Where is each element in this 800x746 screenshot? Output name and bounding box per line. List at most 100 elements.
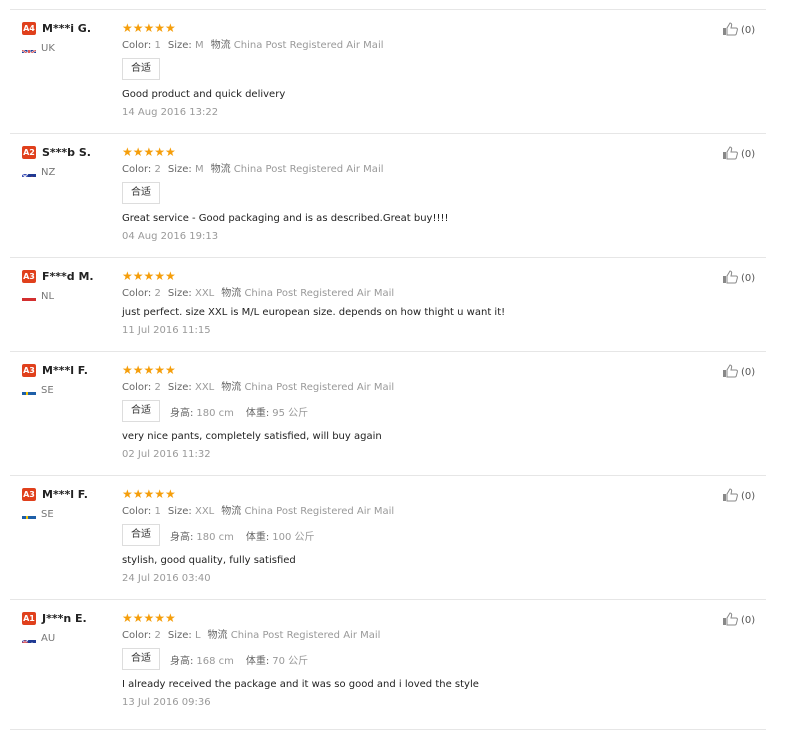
weight-field: 体重: 70 公斤: [246, 652, 308, 667]
shipping-label: 物流: [221, 506, 242, 517]
review-item: A4 M***i G. UK ★★★★★ Color: 1 Size: M 物流 China…: [0, 10, 766, 134]
helpful-button[interactable]: (0): [722, 488, 755, 505]
nz-flag-icon: [22, 168, 36, 177]
buyer-level-badge: A1: [22, 611, 36, 625]
shipping-label: 物流: [210, 40, 231, 51]
review-tags: 合适 身高: 180 cm 体重: 100 公斤: [122, 524, 702, 546]
color-value: 2: [154, 382, 161, 393]
size-value: XXL: [194, 382, 215, 393]
size-value: M: [194, 40, 204, 51]
thumbs-up-icon: [722, 270, 741, 287]
reviewer-name: M***l F.: [42, 363, 88, 377]
fit-tag: 合适: [122, 182, 160, 204]
color-value: 2: [154, 164, 161, 175]
weight-label: 体重:: [245, 407, 270, 419]
helpful-button[interactable]: (0): [722, 22, 755, 39]
helpful-count: (0): [741, 25, 756, 36]
height-value: 180 cm: [196, 407, 234, 419]
reviewer-country: NL: [41, 290, 55, 302]
shipping-label: 物流: [207, 630, 228, 641]
buyer-level-badge: A3: [22, 269, 36, 283]
reviewer-name: F***d M.: [42, 269, 94, 283]
shipping-method: China Post Registered Air Mail: [233, 40, 384, 51]
size-value: L: [194, 630, 201, 641]
fit-tag: 合适: [122, 524, 160, 546]
order-info: Color: 2 Size: XXL 物流 China Post Registere…: [122, 380, 702, 396]
height-value: 180 cm: [196, 531, 234, 543]
review-content: ★★★★★ Color: 1 Size: XXL 物流 China Post Regi…: [122, 486, 702, 587]
review-date: 13 Jul 2016 09:36: [122, 697, 211, 708]
size-value: M: [194, 164, 204, 175]
shipping-method: China Post Registered Air Mail: [244, 506, 395, 517]
shipping-method: China Post Registered Air Mail: [244, 382, 395, 393]
height-label: 身高:: [170, 655, 194, 667]
thumbs-up-icon: [722, 146, 741, 163]
color-value: 1: [154, 506, 161, 517]
reviewer-country: SE: [41, 508, 54, 520]
star-rating: ★★★★★: [122, 611, 176, 625]
size-label: Size:: [167, 382, 192, 393]
review-text: very nice pants, completely satisfied, w…: [122, 431, 382, 442]
helpful-count: (0): [741, 491, 756, 502]
helpful-button[interactable]: (0): [722, 612, 755, 629]
reviews-page: A4 M***i G. UK ★★★★★ Color: 1 Size: M 物流 China…: [0, 0, 800, 746]
au-flag-icon: [22, 634, 36, 643]
review-tags: 合适: [122, 58, 702, 80]
reviewer-country: AU: [41, 632, 56, 644]
reviewer-info: A1 J***n E. AU: [22, 610, 117, 646]
weight-label: 体重:: [245, 531, 270, 543]
reviewer-country: UK: [41, 42, 55, 54]
review-content: ★★★★★ Color: 1 Size: M 物流 China Post Regist…: [122, 20, 702, 121]
review-item: A2 S***b S. NZ ★★★★★ Color: 2 Size: M 物流 China…: [0, 134, 766, 258]
size-label: Size:: [167, 630, 192, 641]
review-item: A3 M***l F. SE ★★★★★ Color: 1 Size: XXL 物流 Chi…: [0, 476, 766, 600]
uk-flag-icon: [22, 44, 36, 53]
nl-flag-icon: [22, 292, 36, 301]
se-flag-icon: [22, 386, 36, 395]
fit-tag: 合适: [122, 400, 160, 422]
star-rating: ★★★★★: [122, 21, 176, 35]
review-content: ★★★★★ Color: 2 Size: XXL 物流 China Post Regi…: [122, 268, 702, 339]
color-label: Color:: [122, 288, 152, 299]
star-rating: ★★★★★: [122, 145, 176, 159]
shipping-label: 物流: [221, 288, 242, 299]
color-label: Color:: [122, 164, 152, 175]
review-date: 04 Aug 2016 19:13: [122, 231, 219, 242]
review-content: ★★★★★ Color: 2 Size: M 物流 China Post Regist…: [122, 144, 702, 245]
weight-label: 体重:: [245, 655, 270, 667]
color-label: Color:: [122, 40, 152, 51]
helpful-button[interactable]: (0): [722, 146, 755, 163]
thumbs-up-icon: [722, 364, 741, 381]
reviewer-name: J***n E.: [42, 611, 87, 625]
size-label: Size:: [167, 506, 192, 517]
shipping-method: China Post Registered Air Mail: [244, 288, 395, 299]
weight-field: 体重: 95 公斤: [246, 404, 308, 419]
buyer-level-badge: A3: [22, 487, 36, 501]
weight-value: 70 公斤: [272, 655, 309, 667]
review-content: ★★★★★ Color: 2 Size: L 物流 China Post Regist…: [122, 610, 702, 711]
review-tags: 合适 身高: 180 cm 体重: 95 公斤: [122, 400, 702, 422]
shipping-label: 物流: [221, 382, 242, 393]
reviewer-country: NZ: [41, 166, 56, 178]
review-text: Great service - Good packaging and is as…: [122, 213, 449, 224]
helpful-button[interactable]: (0): [722, 270, 755, 287]
reviewer-info: A3 F***d M. NL: [22, 268, 117, 304]
height-label: 身高:: [170, 531, 194, 543]
fit-tag: 合适: [122, 58, 160, 80]
shipping-method: China Post Registered Air Mail: [233, 164, 384, 175]
review-date: 24 Jul 2016 03:40: [122, 573, 211, 584]
helpful-count: (0): [741, 273, 756, 284]
size-label: Size:: [167, 40, 192, 51]
reviewer-info: A2 S***b S. NZ: [22, 144, 117, 180]
weight-value: 100 公斤: [272, 531, 315, 543]
review-date: 14 Aug 2016 13:22: [122, 107, 219, 118]
star-rating: ★★★★★: [122, 487, 176, 501]
review-item: A3 F***d M. NL ★★★★★ Color: 2 Size: XXL 物流 Chi…: [0, 258, 766, 352]
review-tags: 合适: [122, 182, 702, 204]
reviewer-info: A3 M***l F. SE: [22, 486, 117, 522]
height-field: 身高: 168 cm: [170, 652, 234, 667]
review-item: A3 M***l F. SE ★★★★★ Color: 2 Size: XXL 物流 Chi…: [0, 352, 766, 476]
helpful-button[interactable]: (0): [722, 364, 755, 381]
review-text: stylish, good quality, fully satisfied: [122, 555, 296, 566]
height-value: 168 cm: [196, 655, 234, 667]
